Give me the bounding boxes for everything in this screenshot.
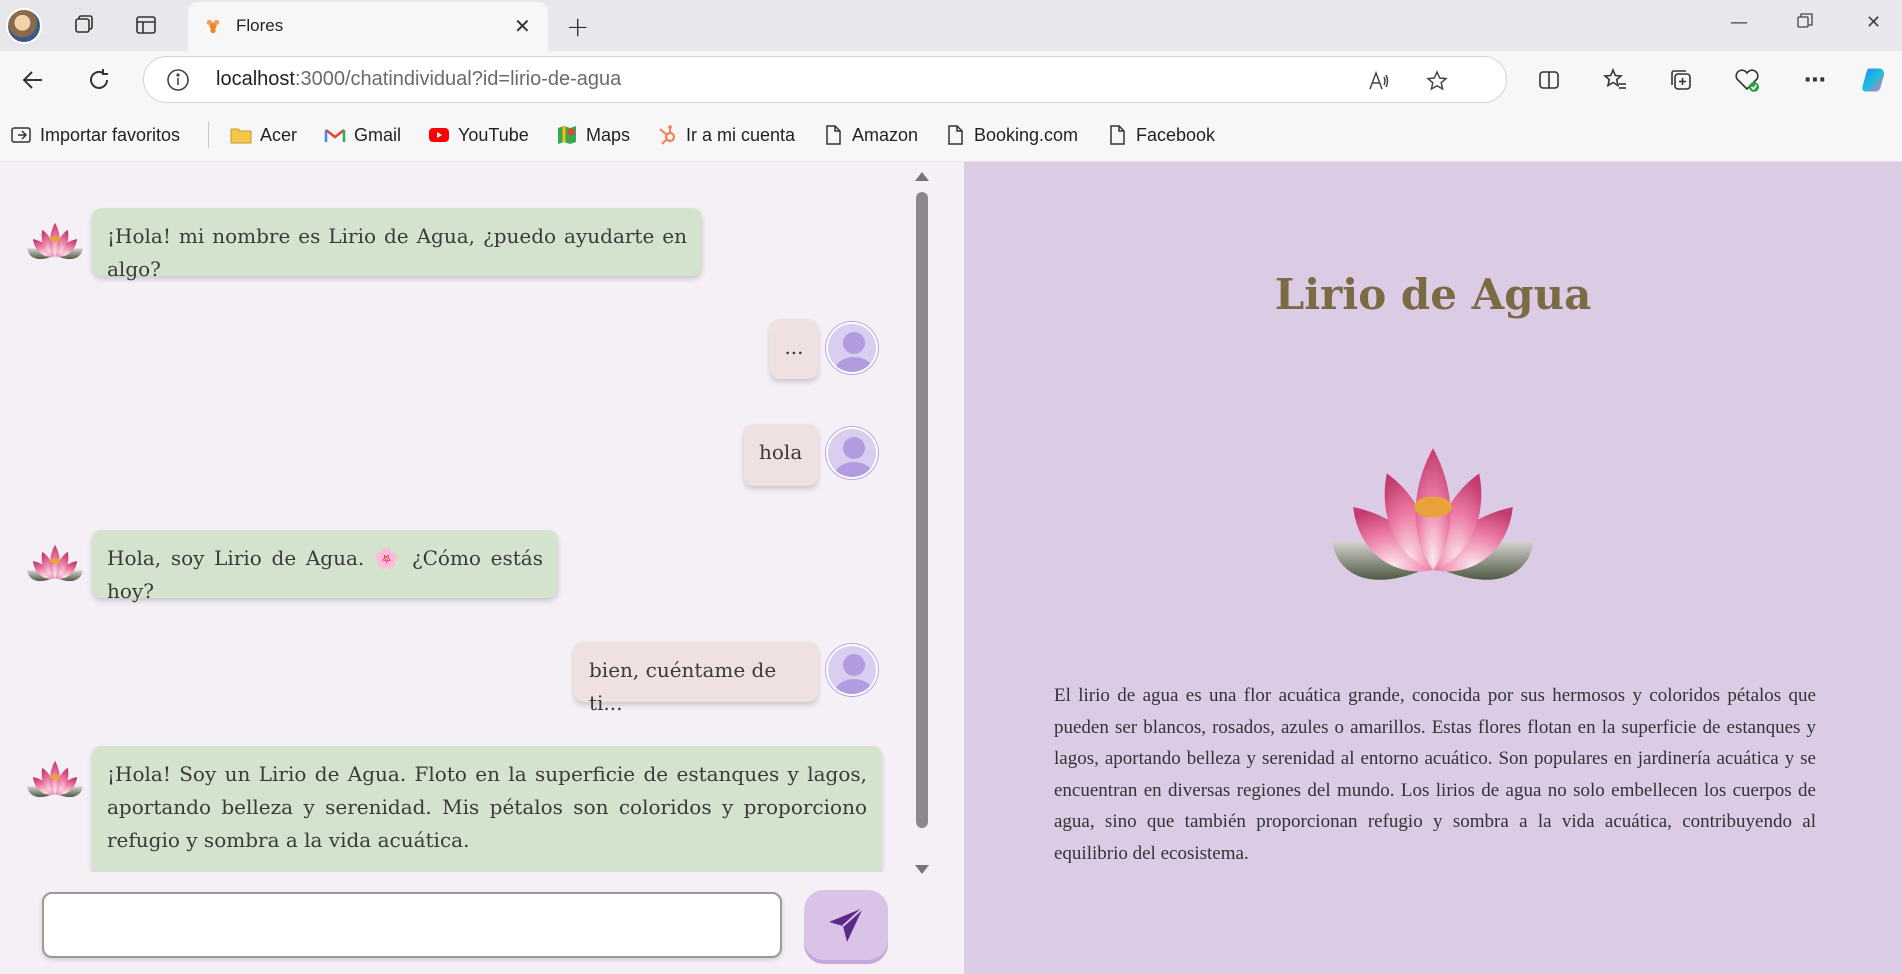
chat-scrollbar[interactable] <box>912 166 932 878</box>
page-icon <box>826 125 841 145</box>
split-screen-icon[interactable] <box>1534 65 1564 95</box>
import-icon <box>11 127 31 143</box>
close-tab-icon[interactable]: ✕ <box>514 14 531 38</box>
page-content: ¡Hola! mi nombre es Lirio de Agua, ¿pued… <box>0 162 1902 974</box>
bookmark-gmail[interactable]: Gmail <box>324 122 401 148</box>
message-bubble: ¡Hola! mi nombre es Lirio de Agua, ¿pued… <box>92 208 702 281</box>
message-bubble: bien, cuéntame de ti... <box>574 642 818 715</box>
favorites-icon[interactable] <box>1600 65 1630 95</box>
browser-essentials-icon[interactable] <box>1732 65 1762 95</box>
bookmarks-divider <box>208 122 209 148</box>
bookmark-youtube[interactable]: YouTube <box>428 122 529 148</box>
message-bubble: ¡Hola! Soy un Lirio de Agua. Floto en la… <box>92 746 882 872</box>
flower-title: Lirio de Agua <box>1274 270 1592 319</box>
read-aloud-icon[interactable] <box>1366 68 1392 94</box>
workspaces-icon[interactable] <box>70 11 98 39</box>
chat-messages[interactable]: ¡Hola! mi nombre es Lirio de Agua, ¿pued… <box>0 162 910 872</box>
active-tab[interactable]: Flores ✕ <box>188 2 548 51</box>
send-icon <box>829 907 864 942</box>
bookmark-label: YouTube <box>458 124 529 145</box>
bookmark-label: Importar favoritos <box>40 124 181 145</box>
user-avatar-icon <box>826 322 878 374</box>
bookmark-acer[interactable]: Acer <box>230 122 297 148</box>
lotus-avatar-icon <box>27 222 83 260</box>
bookmark-label: Booking.com <box>974 124 1079 145</box>
copilot-icon[interactable] <box>1860 65 1890 95</box>
address-bar[interactable]: localhost:3000/chatindividual?id=lirio-d… <box>143 56 1507 103</box>
page-icon <box>948 125 963 145</box>
new-tab-icon[interactable]: + <box>566 10 589 43</box>
maps-icon <box>558 126 576 144</box>
flower-info-pane: Lirio de Agua El lirio de agua es una fl… <box>964 162 1902 974</box>
tab-title: Flores <box>236 16 284 35</box>
bookmark-label: Gmail <box>354 124 402 145</box>
more-options-icon[interactable]: ⋯ <box>1800 65 1830 95</box>
bookmark-booking[interactable]: Booking.com <box>944 122 1078 148</box>
refresh-icon[interactable] <box>84 65 114 95</box>
bookmark-label: Ir a mi cuenta <box>686 124 796 145</box>
profile-avatar[interactable] <box>6 8 42 44</box>
close-window-icon[interactable]: ✕ <box>1866 12 1881 33</box>
gmail-icon <box>324 129 346 142</box>
folder-icon <box>230 128 252 144</box>
bookmark-label: Acer <box>260 124 298 145</box>
message-bubble: ... <box>770 319 818 379</box>
message-bubble: hola <box>744 424 818 486</box>
tab-strip: Flores ✕ + — ✕ <box>0 0 1902 51</box>
bookmark-import-favorites[interactable]: Importar favoritos <box>10 122 180 148</box>
bookmark-amazon[interactable]: Amazon <box>822 122 918 148</box>
bookmark-facebook[interactable]: Facebook <box>1106 122 1215 148</box>
scroll-down-icon[interactable] <box>915 865 929 874</box>
bookmark-mi-cuenta[interactable]: Ir a mi cuenta <box>656 122 795 148</box>
flower-favicon-icon <box>206 19 220 34</box>
favorite-star-icon[interactable] <box>1424 68 1450 94</box>
hubspot-icon <box>659 125 676 145</box>
user-avatar-icon <box>826 644 878 696</box>
restore-icon[interactable] <box>1796 12 1814 35</box>
bookmark-label: Facebook <box>1136 124 1216 145</box>
page-icon <box>1110 125 1125 145</box>
scroll-up-icon[interactable] <box>915 172 929 181</box>
url-text: localhost:3000/chatindividual?id=lirio-d… <box>216 68 621 91</box>
chat-pane: ¡Hola! mi nombre es Lirio de Agua, ¿pued… <box>0 162 964 974</box>
lotus-avatar-icon <box>27 544 83 582</box>
url-path: :3000/chatindividual?id=lirio-de-agua <box>294 68 622 90</box>
site-info-icon[interactable] <box>166 68 190 92</box>
collections-icon[interactable] <box>1666 65 1696 95</box>
url-host: localhost <box>216 68 295 90</box>
vertical-tabs-icon[interactable] <box>132 11 160 39</box>
lotus-avatar-icon <box>27 760 83 798</box>
bookmark-label: Maps <box>586 124 631 145</box>
lotus-flower-image <box>1332 448 1534 580</box>
minimize-icon[interactable]: — <box>1730 12 1748 33</box>
back-icon[interactable] <box>18 65 48 95</box>
navigation-toolbar: localhost:3000/chatindividual?id=lirio-d… <box>0 51 1902 108</box>
flower-description: El lirio de agua es una flor acuática gr… <box>1054 685 1816 864</box>
bookmark-label: Amazon <box>852 124 919 145</box>
message-bubble: Hola, soy Lirio de Agua. 🌸 ¿Cómo estás h… <box>92 530 558 603</box>
youtube-icon <box>429 128 449 142</box>
scrollbar-thumb[interactable] <box>916 192 928 828</box>
user-avatar-icon <box>826 427 878 479</box>
send-button[interactable] <box>804 890 888 960</box>
message-input[interactable] <box>42 892 782 958</box>
bookmark-maps[interactable]: Maps <box>556 122 630 148</box>
